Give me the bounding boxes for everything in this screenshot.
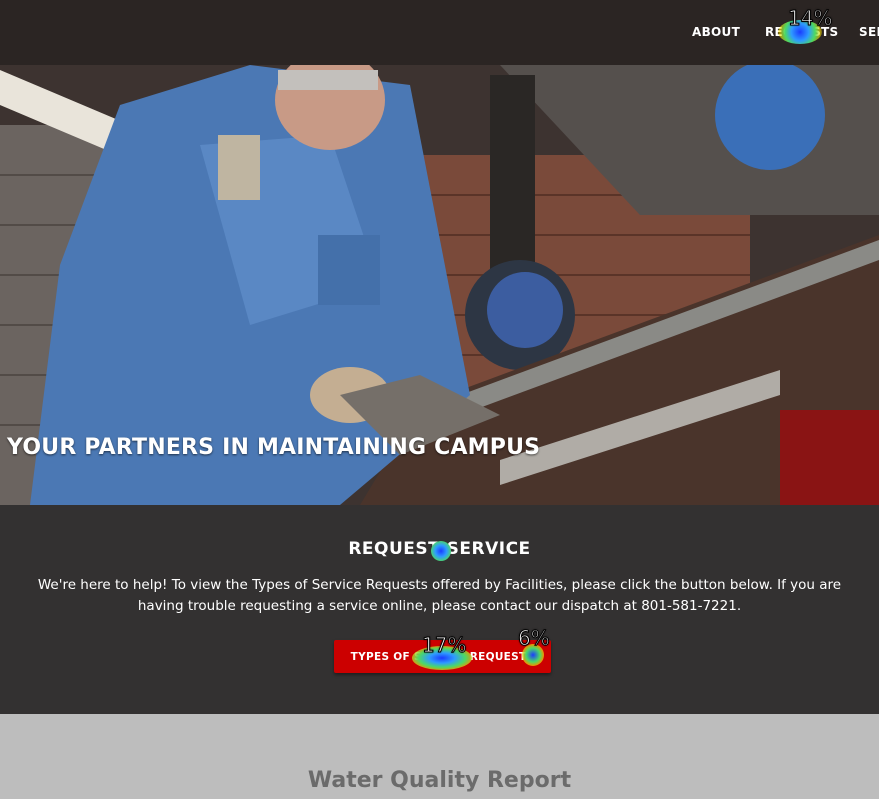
heatmap-label-button-center: 17%	[421, 633, 467, 658]
request-service-section: REQUEST SERVICE We're here to help! To v…	[0, 505, 879, 714]
water-quality-title[interactable]: Water Quality Report	[0, 768, 879, 793]
heatmap-label-button-right: 6%	[518, 626, 551, 651]
nav-about-link[interactable]: ABOUT	[692, 25, 740, 39]
request-service-heading: REQUEST SERVICE	[348, 539, 531, 559]
main-nav: ABOUT REQUESTS SER	[0, 0, 879, 65]
site-header: ABOUT REQUESTS SER	[0, 0, 879, 65]
request-service-description: We're here to help! To view the Types of…	[37, 577, 842, 614]
heatmap-label-requests: 14%	[787, 6, 833, 31]
water-quality-section: Water Quality Report	[0, 714, 879, 799]
hero-banner: YOUR PARTNERS IN MAINTAINING CAMPUS	[0, 65, 879, 505]
nav-services-link[interactable]: SER	[859, 25, 879, 39]
hero-title: YOUR PARTNERS IN MAINTAINING CAMPUS	[7, 435, 541, 460]
